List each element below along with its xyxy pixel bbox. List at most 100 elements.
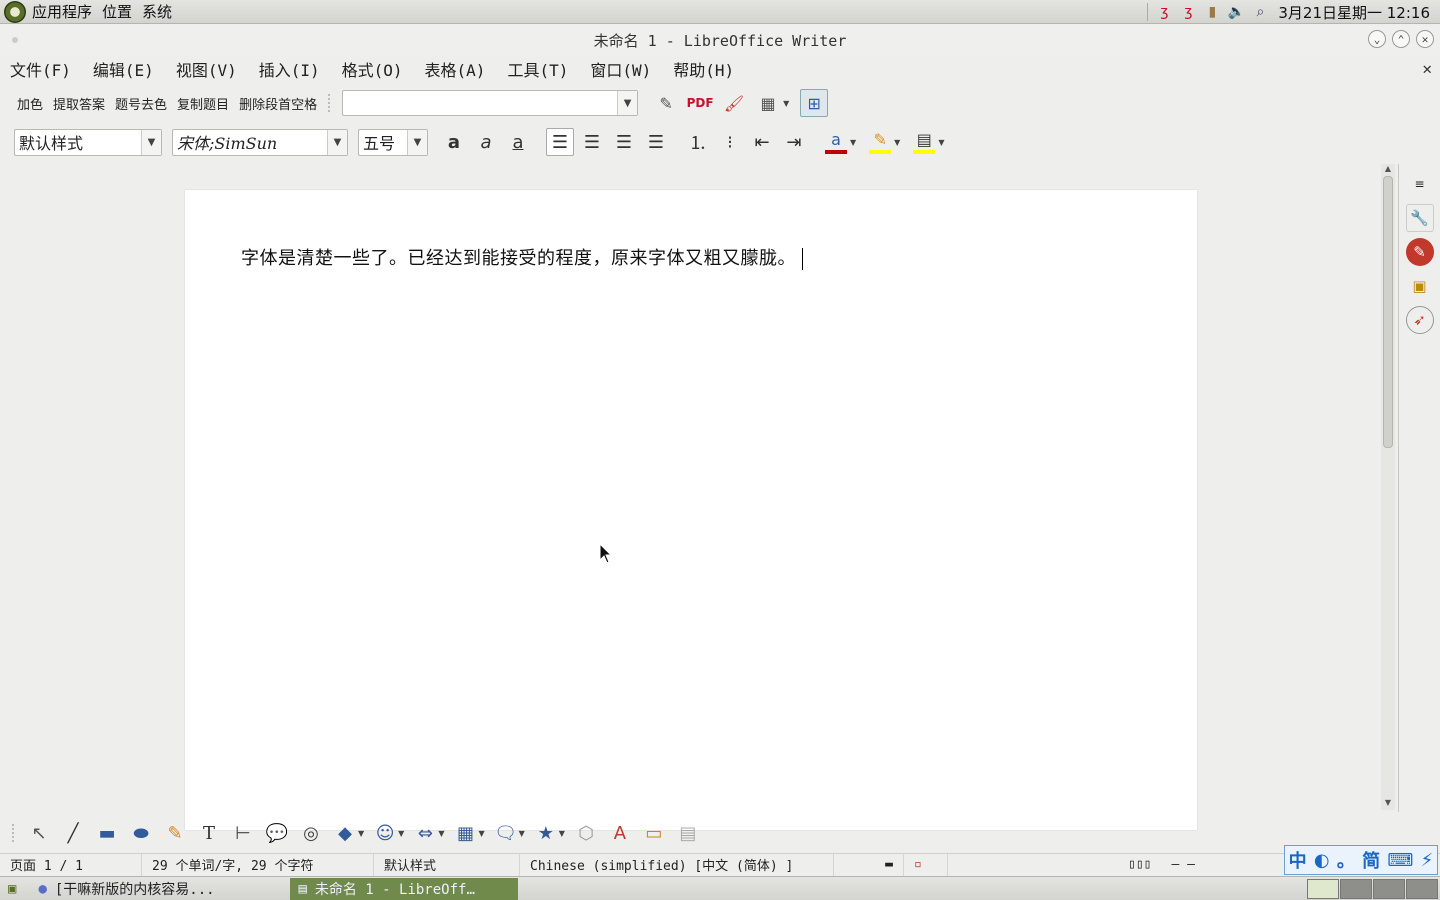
toolbar-combo[interactable]: ▼ [342,90,639,116]
properties-wrench-icon[interactable]: 🔧 [1405,204,1434,232]
status-page[interactable]: 页面 1 / 1 [0,853,142,876]
stars-icon[interactable]: ★ [533,820,559,846]
chevron-down-icon[interactable]: ▼ [783,99,789,108]
flowchart-icon[interactable]: ▦ [452,820,478,846]
document-modified-icon[interactable]: ▫ [904,853,948,876]
pdf-reader-tray-icon[interactable]: ʒ [1154,3,1174,21]
ime-mode-label[interactable]: 中 [1289,847,1307,873]
macro-remove-number-color-button[interactable]: 题号去色 [115,94,167,113]
menu-tools[interactable]: 工具(T) [507,57,568,81]
block-arrows-icon[interactable]: ⇔ [412,820,438,846]
window-menu-dot[interactable] [12,37,18,43]
chevron-down-icon[interactable]: ▼ [850,138,856,147]
scroll-thumb[interactable] [1383,176,1393,448]
zoom-slider[interactable]: – – [1161,854,1204,876]
scroll-up-icon[interactable]: ▲ [1381,164,1395,176]
basic-shapes-icon[interactable]: ◆ [332,820,358,846]
gallery-icon[interactable]: ▣ [1406,272,1434,300]
styles-icon[interactable]: ✎ [1405,238,1434,266]
bold-icon[interactable]: a [440,128,468,156]
extrusion-icon[interactable]: ▤ [675,820,701,846]
network-icon[interactable]: ⌕ [1250,3,1270,21]
chevron-down-icon[interactable]: ▼ [894,138,900,147]
edit-file-icon[interactable]: ✎ [652,89,680,117]
vertical-callout-icon[interactable]: ◎ [298,820,324,846]
insert-mode-icon[interactable]: ▬ [834,853,904,876]
ime-fullwidth-icon[interactable]: ◐ [1314,850,1330,871]
document-area[interactable]: 字体是清楚一些了。已经达到能接受的程度，原来字体又粗又朦胧。 [0,162,1381,830]
sidebar-menu-icon[interactable]: ≡ [1406,170,1434,198]
decrease-indent-icon[interactable]: ⇤ [748,128,776,156]
panel-menu-applications[interactable]: 应用程序 [32,1,92,22]
italic-icon[interactable]: a [472,128,500,156]
paragraph-style-select[interactable]: 默认样式 ▼ [14,128,162,156]
line-icon[interactable]: ╱ [60,820,86,846]
symbol-shapes-icon[interactable]: ☺ [372,820,398,846]
underline-icon[interactable]: a [504,128,532,156]
align-center-icon[interactable]: ☰ [578,128,606,156]
export-pdf-icon[interactable]: PDF [686,89,714,117]
menu-insert[interactable]: 插入(I) [259,57,320,81]
freeform-icon[interactable]: ✎ [162,820,188,846]
vertical-scrollbar[interactable]: ▲ ▼ [1381,164,1395,810]
ime-punctuation-label[interactable]: 。 [1337,847,1355,873]
chevron-down-icon[interactable]: ▼ [398,829,404,838]
status-language[interactable]: Chinese (simplified) [中文 (简体) ] [520,853,834,876]
macro-extract-answer-button[interactable]: 提取答案 [53,94,105,113]
menu-window[interactable]: 窗口(W) [590,57,651,81]
font-color-icon[interactable]: a [822,128,850,156]
insert-table-icon[interactable]: ▦ [754,89,782,117]
chevron-down-icon[interactable]: ▼ [407,129,427,155]
navigator-compass-icon[interactable]: ➶ [1405,306,1434,334]
align-left-icon[interactable]: ☰ [546,128,574,156]
menu-format[interactable]: 格式(O) [342,57,403,81]
callouts-icon[interactable]: 🗨 [493,820,519,846]
macro-delete-leading-spaces-button[interactable]: 删除段首空格 [239,94,317,113]
panel-menu-system[interactable]: 系统 [142,1,172,22]
ime-toolbar[interactable]: 中 ◐ 。 简 ⌨ ⚡ [1284,845,1438,875]
macro-add-color-button[interactable]: 加色 [17,94,43,113]
chevron-down-icon[interactable]: ▼ [438,829,444,838]
bullets-icon[interactable]: ⁝ [716,128,744,156]
chevron-down-icon[interactable]: ▼ [617,91,638,115]
clone-formatting-icon[interactable]: 🖌 [720,89,748,117]
chevron-down-icon[interactable]: ▼ [327,129,347,155]
workspace-4[interactable] [1406,879,1438,899]
macro-copy-question-button[interactable]: 复制题目 [177,94,229,113]
workspace-2[interactable] [1340,879,1372,899]
minimize-button[interactable]: ⌄ [1368,30,1386,48]
chevron-down-icon[interactable]: ▼ [519,829,525,838]
background-color-icon[interactable]: ▤ [910,128,938,156]
vertical-text-icon[interactable]: ⊢ [230,820,256,846]
status-word-count[interactable]: 29 个单词/字, 29 个字符 [142,853,374,876]
gnome-foot-icon[interactable] [4,0,26,23]
menu-file[interactable]: 文件(F) [10,57,71,81]
chevron-down-icon[interactable]: ▼ [938,138,944,147]
close-window-button[interactable]: ✕ [1416,30,1434,48]
chevron-down-icon[interactable]: ▼ [141,129,161,155]
volume-icon[interactable]: 🔈 [1226,3,1246,21]
toolbar-grip[interactable] [12,824,16,842]
fontwork-icon[interactable]: A [607,820,633,846]
show-desktop-icon[interactable]: ▣ [0,878,24,900]
workspace-1[interactable] [1307,879,1339,899]
callout-icon[interactable]: 💬 [264,820,290,846]
document-paragraph[interactable]: 字体是清楚一些了。已经达到能接受的程度，原来字体又粗又朦胧。 [241,244,803,270]
highlight-icon[interactable]: ✎ [866,128,894,156]
task-writer[interactable]: ▤ 未命名 1 - LibreOff… [290,877,519,900]
window-titlebar[interactable]: 未命名 1 - LibreOffice Writer ⌄ ⌃ ✕ [0,25,1440,55]
panel-menu-places[interactable]: 位置 [102,1,132,22]
ime-script-label[interactable]: 简 [1362,847,1380,873]
close-document-icon[interactable]: ✕ [1422,59,1432,78]
task-browser[interactable]: ● [干嘛新版的内核容易... [30,878,284,900]
points-icon[interactable]: ⬡ [573,820,599,846]
chevron-down-icon[interactable]: ▼ [559,829,565,838]
panel-clock[interactable]: 3月21日星期一 12:16 [1278,2,1430,23]
view-layout-icon[interactable]: ▯▯▯ [1118,854,1161,876]
increase-indent-icon[interactable]: ⇥ [780,128,808,156]
rectangle-icon[interactable]: ▬ [94,820,120,846]
insert-image-icon[interactable]: ▭ [641,820,667,846]
chevron-down-icon[interactable]: ▼ [478,829,484,838]
ellipse-icon[interactable]: ⬬ [128,820,154,846]
ime-settings-icon[interactable]: ⚡ [1421,850,1434,871]
